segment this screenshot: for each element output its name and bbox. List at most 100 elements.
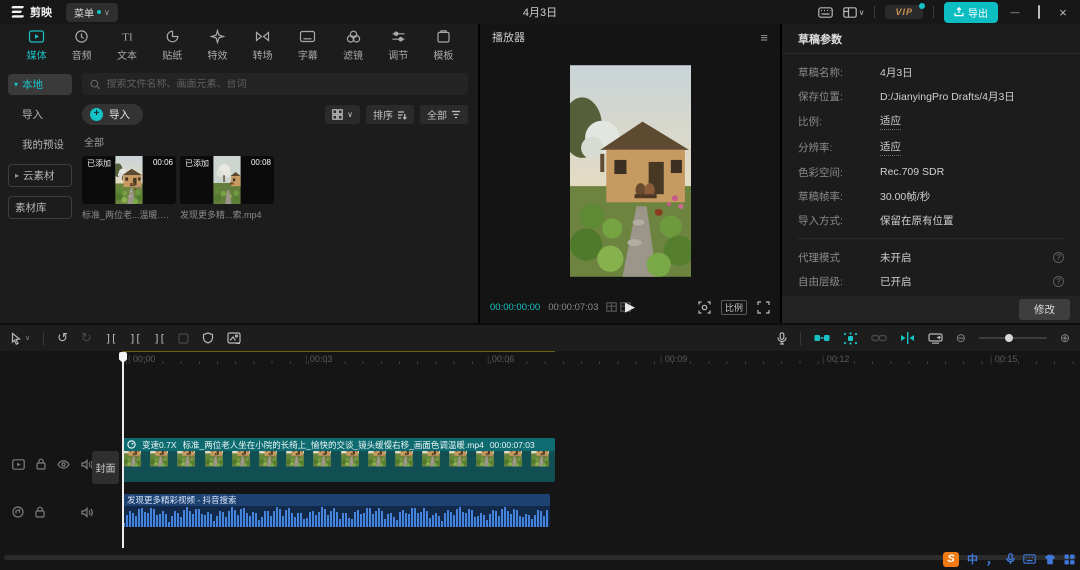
param-row-import-mode: 导入方式: 保留在原有位置 xyxy=(782,208,1080,232)
play-button[interactable]: ▶ xyxy=(625,299,635,315)
playhead-line[interactable] xyxy=(122,352,124,548)
linkage-toggle[interactable] xyxy=(871,333,887,343)
audio-track-controls xyxy=(12,506,93,518)
tab-adjust[interactable]: 调节 xyxy=(376,29,421,62)
resolution-dropdown[interactable]: 适应 xyxy=(880,139,901,156)
media-thumbnail[interactable]: 已添加 00:06 xyxy=(82,156,176,204)
menu-button[interactable]: 菜单 ∨ xyxy=(66,3,118,22)
delete-right-button[interactable]: ][ xyxy=(153,332,164,345)
speed-label: 变速0.7X xyxy=(142,439,177,451)
media-card[interactable]: 已添加 00:06 标准_两位老...温暖.mp4 xyxy=(82,156,176,221)
tab-effects[interactable]: 特效 xyxy=(195,29,240,62)
menu-badge-dot xyxy=(97,10,101,14)
filter-all-button[interactable]: 全部 xyxy=(420,105,468,124)
house-scene-thumbnail xyxy=(114,156,144,204)
sort-button[interactable]: 排序 xyxy=(366,105,414,124)
select-tool-button[interactable]: ∨ xyxy=(10,332,30,345)
sidebar-item-my-presets[interactable]: 我的预设 xyxy=(8,134,72,155)
ime-toolbox-icon[interactable] xyxy=(1064,554,1075,565)
timeline-fit-button[interactable] xyxy=(928,333,943,344)
timeline-ruler[interactable]: 00:00 00:03 00:06 00:09 00:12 00:15 xyxy=(0,352,1080,367)
minimize-button[interactable]: — xyxy=(1008,7,1022,17)
zoom-slider-knob[interactable] xyxy=(1005,334,1013,342)
split-button[interactable]: ][ xyxy=(105,332,116,345)
ime-keyboard-icon[interactable] xyxy=(1023,554,1036,564)
modify-button[interactable]: 修改 xyxy=(1019,299,1070,320)
ime-punctuation[interactable]: ， xyxy=(986,551,998,568)
export-button[interactable]: 导出 xyxy=(944,2,998,23)
layout-switch-icon[interactable]: ∨ xyxy=(843,7,865,18)
search-bar[interactable] xyxy=(82,73,468,95)
speed-icon xyxy=(127,440,136,449)
player-viewport[interactable] xyxy=(480,50,780,291)
filter-funnel-icon xyxy=(451,110,461,120)
sidebar-item-cloud-materials[interactable]: ▸ 云素材 xyxy=(8,164,72,187)
ime-skin-icon[interactable] xyxy=(1044,554,1056,565)
audio-clip[interactable]: 发现更多精彩视频 - 抖音搜索 xyxy=(122,494,550,527)
view-mode-button[interactable]: ∨ xyxy=(325,105,360,124)
param-row-save-location: 保存位置: D:/JianyingPro Drafts/4月3日 xyxy=(782,84,1080,108)
tab-media[interactable]: 媒体 xyxy=(14,29,59,62)
lock-icon[interactable] xyxy=(35,506,45,518)
auto-snap-toggle[interactable] xyxy=(843,332,858,345)
vip-button[interactable]: VIP xyxy=(885,5,923,19)
tab-audio[interactable]: 音频 xyxy=(59,29,104,62)
zoom-out-button[interactable]: ⊖ xyxy=(956,331,966,345)
sidebar-item-material-library[interactable]: 素材库 xyxy=(8,196,72,219)
frame-focus-icon[interactable] xyxy=(698,301,711,314)
eye-icon[interactable] xyxy=(57,460,70,469)
preview-axis-toggle[interactable] xyxy=(900,332,915,344)
aspect-ratio-button[interactable]: 比例 xyxy=(721,300,747,315)
media-card[interactable]: 已添加 00:08 发现更多精...索.mp4 xyxy=(180,156,274,221)
help-icon[interactable]: ? xyxy=(1053,276,1064,287)
mute-icon[interactable] xyxy=(81,507,93,518)
delete-button[interactable] xyxy=(178,333,189,344)
mask-shield-button[interactable] xyxy=(202,332,214,344)
tab-text[interactable]: TI 文本 xyxy=(104,29,149,62)
crop-image-button[interactable] xyxy=(227,332,241,344)
player-menu-icon[interactable]: ≡ xyxy=(760,30,768,45)
undo-button[interactable]: ↺ xyxy=(57,330,68,346)
horizontal-scrollbar[interactable] xyxy=(4,555,1076,560)
sidebar-item-local[interactable]: ▾ 本地 xyxy=(8,74,72,95)
cover-button[interactable]: 封面 xyxy=(92,451,119,484)
aspect-dropdown[interactable]: 适应 xyxy=(880,113,901,130)
close-button[interactable]: × xyxy=(1056,5,1070,20)
sidebar-item-import[interactable]: 导入 xyxy=(8,104,72,125)
redo-button[interactable]: ↻ xyxy=(81,330,92,346)
caption-icon xyxy=(299,29,316,44)
param-row-aspect: 比例: 适应 xyxy=(782,108,1080,134)
fullscreen-icon[interactable] xyxy=(757,301,770,314)
main-track-magnet-toggle[interactable] xyxy=(814,332,830,344)
sparkle-icon xyxy=(209,29,226,44)
media-thumbnail[interactable]: 已添加 00:08 xyxy=(180,156,274,204)
tab-filters[interactable]: 滤镜 xyxy=(330,29,375,62)
shortcut-keyboard-icon[interactable] xyxy=(818,7,833,18)
tab-captions[interactable]: 字幕 xyxy=(285,29,330,62)
tree-scene-thumbnail xyxy=(212,156,242,204)
search-input[interactable] xyxy=(107,79,460,90)
ime-lang-chinese[interactable]: 中 xyxy=(967,551,978,567)
record-voiceover-button[interactable] xyxy=(777,332,787,345)
lock-icon[interactable] xyxy=(36,458,46,470)
tab-sticker[interactable]: 贴纸 xyxy=(150,29,195,62)
help-icon[interactable]: ? xyxy=(1053,252,1064,263)
audio-clip-waveform xyxy=(122,506,550,527)
tab-templates[interactable]: 模板 xyxy=(421,29,466,62)
frame-grid-icon[interactable] xyxy=(606,302,617,312)
total-duration: 00:00:07:03 xyxy=(548,302,598,313)
ime-voice-icon[interactable] xyxy=(1006,553,1015,565)
import-button[interactable]: + 导入 xyxy=(82,104,143,125)
tab-transition[interactable]: 转场 xyxy=(240,29,285,62)
param-row-proxy-mode: 代理模式 未开启 ? xyxy=(782,245,1080,269)
video-clip[interactable]: 变速0.7X 标准_两位老人坐在小院的长椅上_愉快的交谈_镜头缓慢右移_画面色调… xyxy=(122,438,555,482)
zoom-in-button[interactable]: ⊕ xyxy=(1060,331,1070,345)
video-clip-header: 变速0.7X 标准_两位老人坐在小院的长椅上_愉快的交谈_镜头缓慢右移_画面色调… xyxy=(122,438,555,451)
delete-left-button[interactable]: ][ xyxy=(129,332,140,345)
filter-icon xyxy=(345,29,362,44)
ruler-label: 00:09 xyxy=(660,354,687,364)
restore-button[interactable] xyxy=(1032,6,1046,18)
sogou-logo[interactable]: S xyxy=(943,552,959,567)
timeline-zoom-slider[interactable] xyxy=(979,337,1047,339)
divider xyxy=(43,332,44,345)
